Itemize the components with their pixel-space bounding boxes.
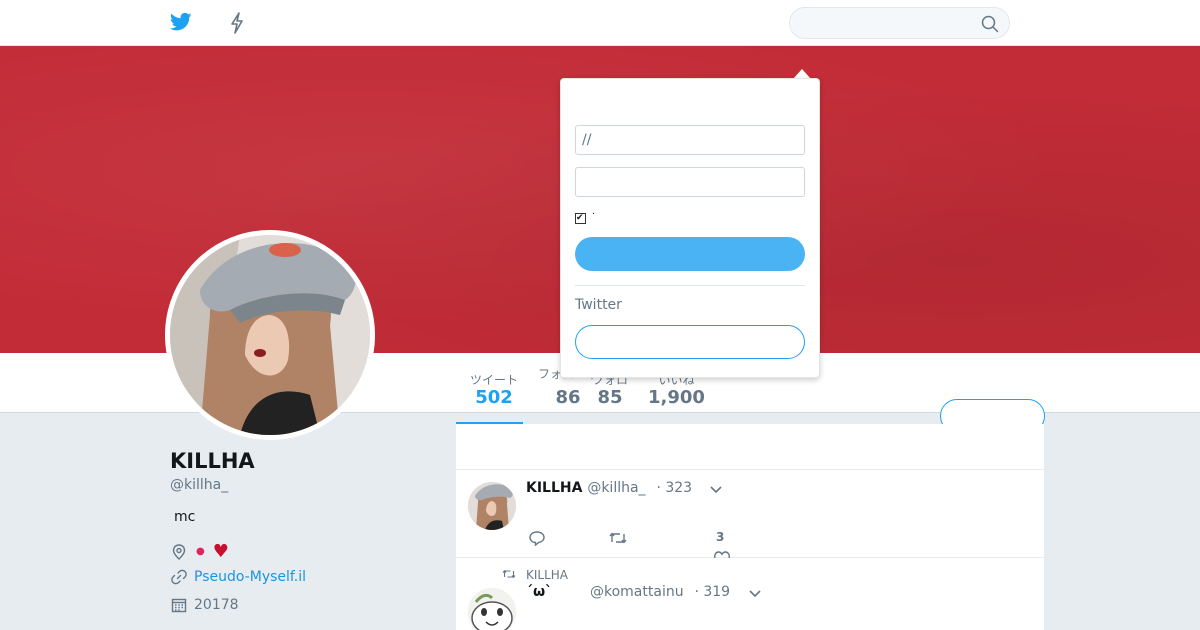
login-button[interactable]: [575, 237, 805, 271]
location-text: ●: [196, 546, 205, 557]
profile-joined: 20178: [170, 596, 239, 614]
top-nav: [0, 0, 1200, 46]
stat-likes-value: 1,900: [648, 387, 705, 408]
tweet-author-name[interactable]: ´ω`: [526, 584, 552, 600]
chevron-down-icon[interactable]: [710, 486, 722, 494]
search-input[interactable]: [802, 14, 972, 32]
stat-likes[interactable]: いいね 1,900: [648, 373, 705, 409]
tweet-timestamp[interactable]: · 319: [694, 584, 730, 600]
profile-website-link[interactable]: Pseudo-Myself.il: [194, 569, 306, 585]
stat-tweets[interactable]: ツイート 502: [470, 373, 518, 409]
remember-me-checkbox[interactable]: ✔: [575, 213, 586, 224]
joined-date: 20178: [194, 597, 239, 613]
profile-handle[interactable]: @killha_: [170, 477, 228, 493]
location-pin-icon: [172, 543, 186, 560]
tweet-header-meta: @komattainu · 319: [590, 584, 730, 600]
reply-icon[interactable]: [528, 530, 546, 546]
login-dropdown: ✔ · Twitter: [560, 78, 820, 378]
retweet-icon: [502, 570, 516, 578]
calendar-icon: [171, 598, 187, 613]
twitter-bird-icon[interactable]: [170, 12, 192, 32]
like-count: 3: [716, 530, 725, 544]
dropdown-divider: [575, 285, 805, 286]
tweet-avatar[interactable]: [468, 588, 516, 630]
tweet-avatar[interactable]: [468, 482, 516, 530]
signup-button[interactable]: [575, 325, 805, 359]
stat-followers[interactable]: フォロ 85: [592, 373, 628, 409]
chevron-down-icon[interactable]: [749, 590, 761, 598]
search-box[interactable]: [789, 7, 1010, 39]
timeline: KILLHA @killha_ · 323 3 KILLHA ´ω` @koma…: [456, 424, 1044, 630]
username-field[interactable]: [575, 125, 805, 155]
heart-icon[interactable]: [713, 550, 731, 558]
profile-bio: mc: [174, 509, 196, 525]
profile-location: ● ♥: [170, 541, 229, 562]
avatar-photo: [170, 235, 370, 435]
signup-prompt: Twitter: [575, 297, 622, 313]
heart-emoji-icon: ♥: [212, 541, 229, 562]
lightning-bolt-icon[interactable]: [228, 12, 246, 34]
profile-name[interactable]: KILLHA: [170, 449, 255, 473]
timeline-header: [456, 424, 1044, 470]
tweet-header: KILLHA @killha_ · 323: [526, 480, 692, 496]
stat-tweets-label: ツイート: [470, 373, 519, 387]
retweeted-by-label[interactable]: KILLHA: [526, 568, 568, 582]
stat-tweets-value: 502: [475, 387, 513, 408]
tweet-author-handle[interactable]: @komattainu: [590, 584, 684, 600]
profile-link-row: Pseudo-Myself.il: [170, 568, 306, 586]
tweet-avatar-photo: [468, 588, 516, 630]
tweet-header: ´ω`: [526, 584, 552, 600]
search-icon[interactable]: [981, 15, 999, 33]
tweet-timestamp[interactable]: · 323: [656, 480, 692, 496]
remember-me-label: ·: [592, 209, 596, 220]
tweet-item[interactable]: KILLHA @killha_ · 323 3: [456, 470, 1044, 558]
tweet-author-name[interactable]: KILLHA: [526, 480, 582, 496]
retweet-icon[interactable]: [608, 530, 628, 546]
stat-followers-value: 85: [597, 387, 623, 408]
link-icon: [171, 569, 187, 585]
tweet-item[interactable]: KILLHA ´ω` @komattainu · 319: [456, 558, 1044, 630]
tweet-author-handle[interactable]: @killha_: [587, 480, 645, 496]
profile-avatar[interactable]: [165, 230, 375, 440]
password-field[interactable]: [575, 167, 805, 197]
tweet-avatar-photo: [468, 482, 516, 530]
stat-following-value: 86: [555, 387, 581, 408]
